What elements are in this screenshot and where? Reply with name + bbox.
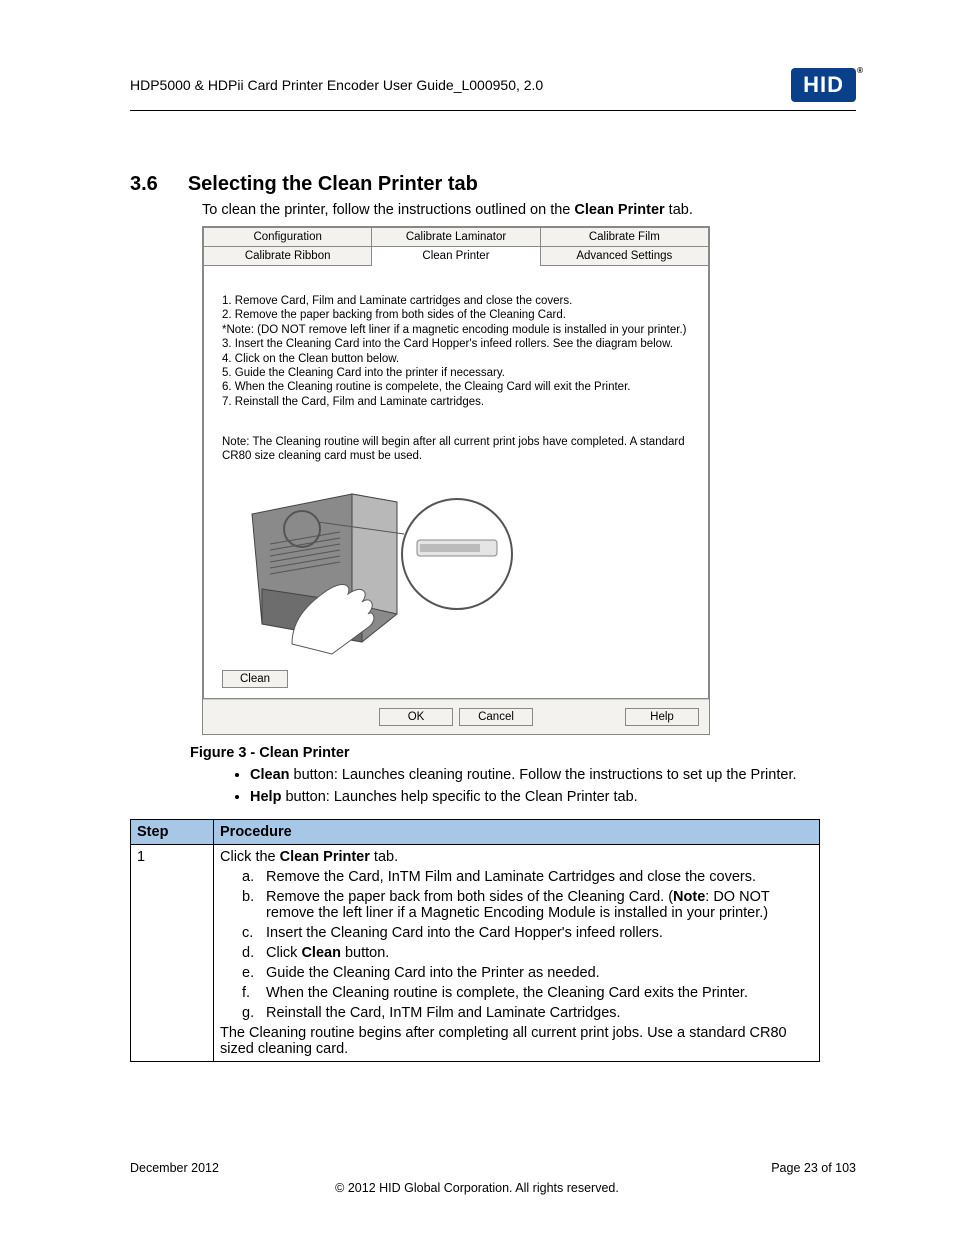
ok-button[interactable]: OK [379, 708, 453, 726]
hid-logo: HID® [791, 68, 856, 102]
section-number: 3.6 [130, 173, 158, 196]
header-rule [130, 110, 856, 111]
dialog-clean-printer: Configuration Calibrate Laminator Calibr… [202, 226, 710, 735]
footer-page: Page 23 of 103 [771, 1161, 856, 1175]
section-title: Selecting the Clean Printer tab [188, 173, 478, 196]
table-row: 1 Click the Clean Printer tab. a.Remove … [131, 845, 820, 1062]
footer-date: December 2012 [130, 1161, 219, 1175]
bullet-list: Clean button: Launches cleaning routine.… [210, 767, 856, 805]
figure-caption: Figure 3 - Clean Printer [190, 745, 856, 761]
tab-clean-printer[interactable]: Clean Printer [372, 247, 540, 266]
col-procedure: Procedure [214, 820, 820, 845]
tab-calibrate-laminator[interactable]: Calibrate Laminator [372, 227, 540, 247]
tab-configuration[interactable]: Configuration [203, 227, 372, 247]
help-button[interactable]: Help [625, 708, 699, 726]
tab-advanced-settings[interactable]: Advanced Settings [541, 247, 709, 266]
procedure-table: Step Procedure 1 Click the Clean Printer… [130, 819, 820, 1062]
tab-calibrate-film[interactable]: Calibrate Film [541, 227, 709, 247]
dialog-instructions: 1. Remove Card, Film and Laminate cartri… [222, 294, 696, 409]
tab-calibrate-ribbon[interactable]: Calibrate Ribbon [203, 247, 372, 266]
footer-copyright: © 2012 HID Global Corporation. All right… [0, 1181, 954, 1195]
clean-button[interactable]: Clean [222, 670, 288, 688]
section-intro: To clean the printer, follow the instruc… [202, 202, 856, 218]
col-step: Step [131, 820, 214, 845]
printer-diagram [222, 474, 542, 664]
cancel-button[interactable]: Cancel [459, 708, 533, 726]
doc-header: HDP5000 & HDPii Card Printer Encoder Use… [130, 77, 543, 93]
dialog-note: Note: The Cleaning routine will begin af… [222, 435, 696, 464]
